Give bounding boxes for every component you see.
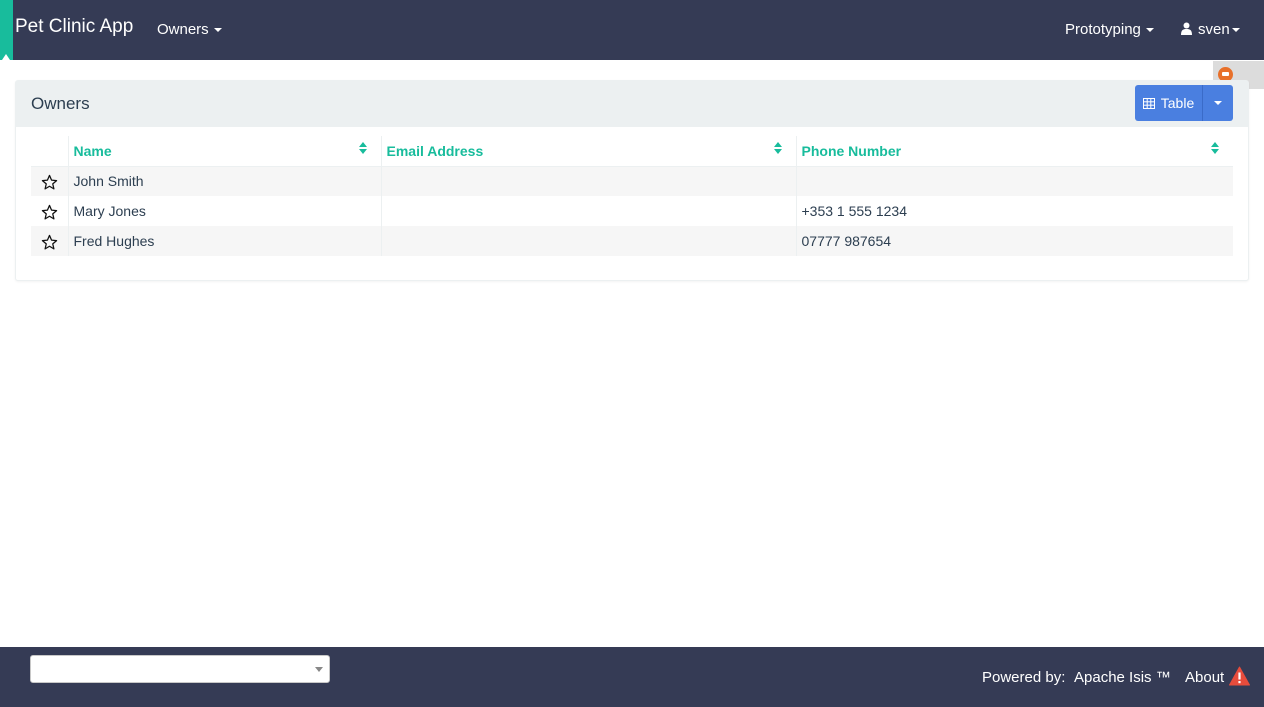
sort-icon[interactable]: [1211, 142, 1219, 154]
star-outline-icon[interactable]: [41, 234, 58, 251]
footer-select[interactable]: [30, 655, 330, 683]
owner-email-cell: [380, 226, 796, 256]
owners-table: Name Email Address Phone Number John Smi…: [31, 136, 1233, 256]
owners-menu-label: Owners: [157, 21, 209, 38]
user-menu[interactable]: sven: [1181, 21, 1240, 38]
apache-isis-link[interactable]: Apache Isis ™: [1074, 669, 1171, 686]
sort-icon[interactable]: [773, 142, 782, 154]
bookmark-cell: [31, 226, 68, 256]
chevron-down-icon: [1145, 28, 1154, 33]
table-row[interactable]: John Smith: [31, 166, 1233, 196]
powered-by-label: Powered by:: [982, 669, 1066, 686]
chevron-down-icon: [1214, 101, 1222, 105]
sort-icon[interactable]: [358, 142, 367, 154]
owner-phone-cell: [795, 166, 1233, 196]
bookmark-cell: [31, 196, 68, 226]
top-navbar: Pet Clinic App Owners Prototyping sven: [0, 0, 1264, 60]
footer: Powered by: Apache Isis ™ About: [0, 647, 1264, 707]
table-header-row: Name Email Address Phone Number: [31, 136, 1233, 167]
user-icon: [1181, 22, 1192, 35]
warning-triangle-icon[interactable]: [1229, 666, 1250, 686]
prototyping-menu-label: Prototyping: [1065, 21, 1141, 38]
owner-phone-cell: 07777 987654: [795, 226, 1233, 256]
bookmark-column-header: [31, 136, 68, 167]
navbar-accent-bar: [0, 0, 13, 60]
star-outline-icon[interactable]: [41, 204, 58, 221]
panel-heading: Owners Table: [16, 81, 1248, 127]
owners-menu[interactable]: Owners: [157, 21, 222, 38]
table-row[interactable]: Mary Jones +353 1 555 1234: [31, 196, 1233, 226]
bookmark-cell: [31, 166, 68, 196]
owner-email-cell: [380, 166, 796, 196]
panel-title: Owners: [31, 94, 90, 113]
chevron-down-icon: [213, 28, 222, 33]
app-brand-link[interactable]: Pet Clinic App: [15, 16, 133, 38]
owner-phone-cell: +353 1 555 1234: [795, 196, 1233, 226]
owner-name-cell[interactable]: Mary Jones: [67, 196, 381, 226]
table-view-label: Table: [1160, 95, 1195, 111]
user-menu-label: sven: [1198, 21, 1230, 38]
owner-name-cell[interactable]: John Smith: [67, 166, 381, 196]
column-header-phone[interactable]: Phone Number: [795, 136, 1233, 167]
table-grid-icon: [1142, 97, 1155, 109]
column-header-name[interactable]: Name: [67, 136, 381, 167]
column-header-label: Phone Number: [801, 142, 902, 159]
owners-panel: Owners Table Name Email Address Phone Nu…: [15, 80, 1249, 281]
table-view-button[interactable]: Table: [1135, 85, 1202, 121]
owner-name-cell[interactable]: Fred Hughes: [67, 226, 381, 256]
column-header-label: Email Address: [386, 142, 484, 159]
about-link[interactable]: About: [1185, 669, 1224, 686]
view-selector: Table: [1135, 85, 1233, 121]
view-dropdown-toggle[interactable]: [1202, 85, 1233, 121]
star-outline-icon[interactable]: [41, 174, 58, 191]
owner-email-cell: [380, 196, 796, 226]
chevron-down-icon: [315, 667, 323, 672]
column-header-label: Name: [73, 142, 112, 159]
chevron-down-icon: [1231, 28, 1240, 33]
prototyping-menu[interactable]: Prototyping: [1065, 21, 1154, 38]
navbar-accent-tip: [2, 54, 10, 60]
column-header-email[interactable]: Email Address: [380, 136, 796, 167]
table-row[interactable]: Fred Hughes 07777 987654: [31, 226, 1233, 256]
